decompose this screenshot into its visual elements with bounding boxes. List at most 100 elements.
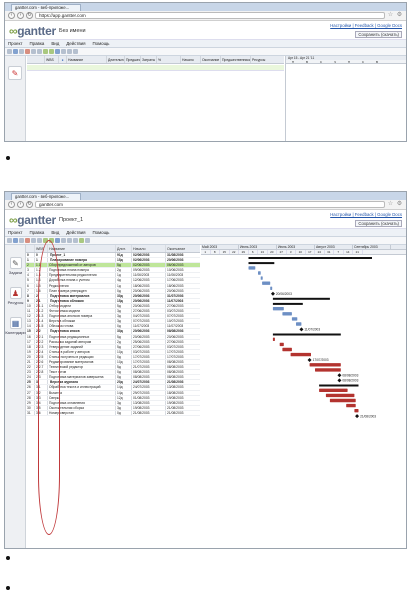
task-bar[interactable] [262, 281, 271, 285]
milestone-marker[interactable] [337, 378, 342, 383]
cell-dur[interactable]: 0д [116, 354, 132, 359]
task-bar[interactable] [315, 368, 341, 372]
col-header-end[interactable]: Окончание [166, 245, 200, 252]
filter-icon[interactable] [79, 238, 84, 243]
summary-bar[interactable] [319, 384, 359, 387]
header-links[interactable]: Настройки | Feedback | Google Docs [330, 23, 402, 28]
wrench-icon[interactable]: ⚙ [396, 201, 403, 208]
task-bar[interactable] [296, 322, 302, 326]
link-icon[interactable] [55, 238, 60, 243]
col-header-complete[interactable]: % завершения [157, 56, 181, 63]
copy-icon[interactable] [31, 49, 36, 54]
cell-start[interactable]: 13/08/2003 [132, 400, 166, 405]
cell-end[interactable]: 20/06/2003 [166, 335, 200, 339]
cell-end[interactable]: 17/07/2003 [166, 355, 200, 359]
browser-tab[interactable]: gantter.com - веб-приложе... [11, 193, 81, 200]
star-icon[interactable]: ☆ [387, 12, 394, 19]
save-icon[interactable] [13, 49, 18, 54]
cell-dur[interactable]: 5д [116, 344, 132, 349]
cell-start[interactable]: 20/06/2003 [132, 329, 166, 334]
menu-actions[interactable]: Действия [66, 229, 85, 236]
save-icon[interactable] [13, 238, 18, 243]
cell-end[interactable]: 07/07/2003 [166, 314, 200, 318]
new-icon[interactable] [7, 49, 12, 54]
cell-end[interactable]: 18/08/2003 [166, 391, 200, 395]
task-bar[interactable] [291, 317, 298, 321]
cell-start[interactable]: 20/06/2003 [132, 303, 166, 309]
col-header-end[interactable]: Окончание [201, 56, 221, 63]
cell-start[interactable]: 20/06/2003 [132, 288, 166, 293]
col-header[interactable] [27, 56, 45, 63]
paste-icon[interactable] [37, 49, 42, 54]
menu-actions[interactable]: Действия [66, 40, 85, 47]
forward-icon[interactable]: › [17, 201, 24, 208]
col-header-duration[interactable]: Длит. [116, 245, 132, 252]
cell-start[interactable]: 11/07/2003 [132, 324, 166, 329]
tasks-icon[interactable]: ✎ [8, 66, 22, 80]
cell-end[interactable]: 21/08/2003 [166, 380, 200, 384]
cell-dur[interactable]: 2д [116, 268, 132, 273]
col-header-pred[interactable]: Предшеств. [125, 56, 141, 63]
cut-icon[interactable] [25, 49, 30, 54]
cell-dur[interactable]: 3д [116, 309, 132, 314]
milestone-marker[interactable] [337, 373, 342, 378]
summary-bar[interactable] [272, 302, 303, 305]
cell-dur[interactable]: 30д [116, 293, 132, 298]
cell-end[interactable]: 27/06/2003 [166, 304, 200, 308]
paste-icon[interactable] [37, 238, 42, 243]
cell-end[interactable]: 18/06/2003 [166, 284, 200, 288]
indent-icon[interactable] [43, 49, 48, 54]
save-button[interactable]: Сохранить (скачать) [355, 220, 402, 227]
milestone-marker[interactable] [270, 291, 275, 296]
task-bar[interactable] [282, 312, 292, 316]
task-bar[interactable] [272, 337, 275, 341]
summary-bar[interactable] [272, 333, 341, 336]
cell-dur[interactable]: 5д [116, 263, 132, 268]
cell-start[interactable]: 04/07/2003 [132, 314, 166, 319]
cell-start[interactable]: 20/06/2003 [132, 293, 166, 298]
cut-icon[interactable] [25, 238, 30, 243]
forward-icon[interactable]: › [17, 12, 24, 19]
cell-end[interactable]: 21/08/2003 [166, 406, 200, 410]
cell-dur[interactable]: 2д [116, 339, 132, 344]
cell-dur[interactable]: 15д [116, 298, 132, 303]
cell-end[interactable]: 03/07/2003 [166, 345, 200, 349]
project-title[interactable]: Проект_1 [59, 217, 83, 223]
copy-icon[interactable] [31, 238, 36, 243]
unlink-icon[interactable] [61, 49, 66, 54]
cell-start[interactable]: 08/08/2003 [132, 370, 166, 375]
col-header-name[interactable]: Название [67, 56, 107, 63]
cell-start[interactable]: 24/07/2003 [132, 380, 166, 385]
cell-start[interactable]: 02/06/2003 [132, 253, 166, 258]
cell-start[interactable]: 27/06/2003 [132, 309, 166, 314]
cell-end[interactable]: 21/08/2003 [166, 411, 200, 415]
cell-start[interactable]: 18/06/2003 [132, 283, 166, 288]
unlink-icon[interactable] [61, 238, 66, 243]
cell-dur[interactable]: 3д [116, 400, 132, 405]
zoom-out-icon[interactable] [73, 238, 78, 243]
cell-dur[interactable]: 0д [116, 375, 132, 380]
url-input[interactable]: https://app.gantter.com [35, 12, 385, 19]
cell-end[interactable]: 08/08/2003 [166, 329, 200, 333]
cell-end[interactable]: 08/08/2003 [166, 365, 200, 369]
cell-dur[interactable]: 5д [116, 303, 132, 309]
menu-project[interactable]: Проект [8, 40, 22, 47]
cell-end[interactable]: 31/07/2003 [166, 294, 200, 298]
cell-dur[interactable]: 0д [116, 410, 132, 415]
cell-start[interactable]: 17/07/2003 [132, 359, 166, 365]
task-bar[interactable] [272, 307, 284, 311]
cell-dur[interactable]: 3д [116, 405, 132, 410]
task-bar[interactable] [279, 342, 284, 347]
task-bar[interactable] [270, 286, 273, 290]
cell-dur[interactable]: 3д [116, 314, 132, 319]
col-header-id[interactable] [26, 245, 35, 252]
task-bar[interactable] [346, 403, 356, 408]
task-bar[interactable] [309, 363, 341, 367]
task-bar[interactable] [354, 409, 359, 413]
cell-end[interactable]: 17/07/2003 [166, 350, 200, 354]
menu-help[interactable]: Помощь [93, 40, 110, 47]
zoom-out-icon[interactable] [73, 49, 78, 54]
col-header-predecessors[interactable]: Предшественники [221, 56, 251, 63]
cell-start[interactable]: 20/06/2003 [132, 334, 166, 339]
menu-view[interactable]: Вид [51, 40, 59, 47]
